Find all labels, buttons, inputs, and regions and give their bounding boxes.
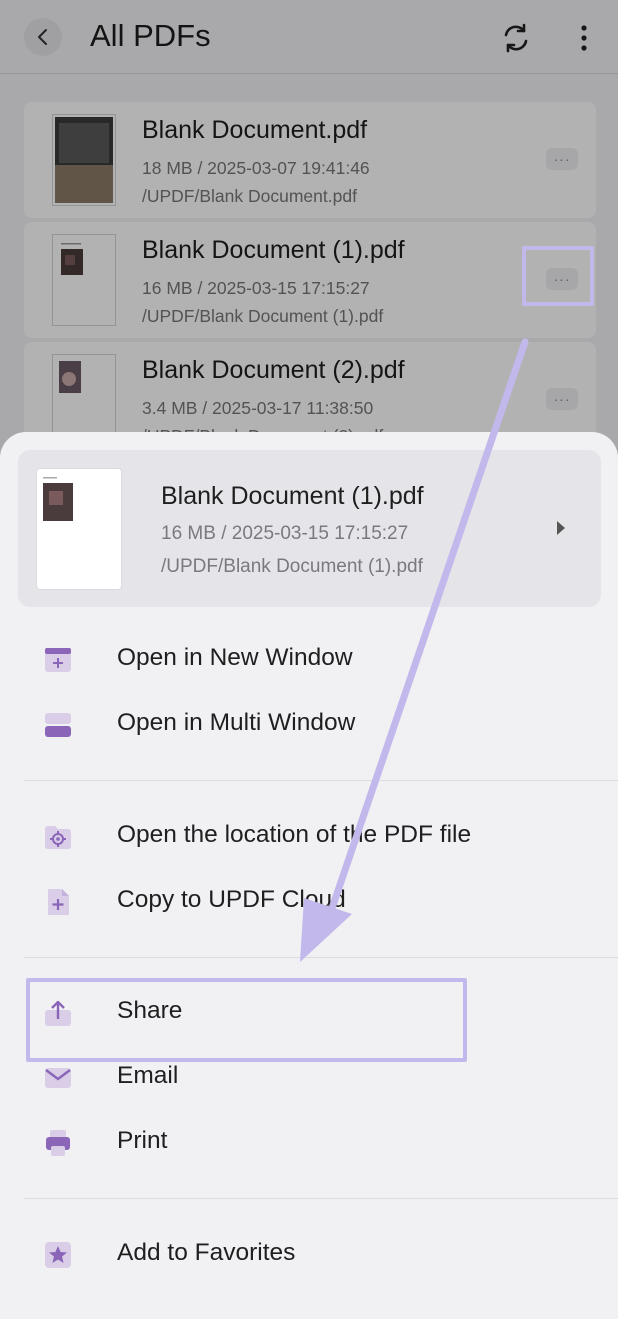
menu-label: Add to Favorites bbox=[117, 1239, 296, 1266]
divider bbox=[24, 780, 618, 781]
selected-file-path: /UPDF/Blank Document (1).pdf bbox=[161, 556, 423, 577]
menu-label: Share bbox=[117, 997, 183, 1024]
menu-label: Print bbox=[117, 1127, 168, 1154]
menu-item-add-favorites[interactable]: Add to Favorites bbox=[0, 1225, 618, 1285]
locate-file-icon bbox=[44, 823, 72, 851]
divider bbox=[24, 1198, 618, 1199]
menu-label: Copy to UPDF Cloud bbox=[117, 886, 346, 913]
selected-file-meta: 16 MB / 2025-03-15 17:15:27 bbox=[161, 523, 409, 544]
selected-file-card[interactable]: Blank Document (1).pdf 16 MB / 2025-03-1… bbox=[18, 450, 601, 607]
file-thumbnail bbox=[36, 468, 122, 590]
menu-item-open-location[interactable]: Open the location of the PDF file bbox=[0, 807, 618, 867]
menu-label: Open in New Window bbox=[117, 644, 353, 671]
chevron-right-icon bbox=[551, 514, 571, 542]
print-icon bbox=[44, 1129, 72, 1157]
star-icon bbox=[44, 1241, 72, 1269]
cloud-copy-icon bbox=[44, 888, 72, 916]
share-icon bbox=[44, 999, 72, 1027]
menu-label: Open in Multi Window bbox=[117, 709, 356, 736]
selected-file-name: Blank Document (1).pdf bbox=[161, 482, 424, 510]
menu-item-copy-cloud[interactable]: Copy to UPDF Cloud bbox=[0, 872, 618, 932]
new-window-icon bbox=[44, 646, 72, 674]
menu-item-open-new-window[interactable]: Open in New Window bbox=[0, 630, 618, 690]
menu-item-print[interactable]: Print bbox=[0, 1113, 618, 1173]
menu-item-share[interactable]: Share bbox=[0, 983, 618, 1043]
menu-item-open-multi-window[interactable]: Open in Multi Window bbox=[0, 695, 618, 755]
multi-window-icon bbox=[44, 711, 72, 739]
divider bbox=[24, 957, 618, 958]
menu-item-email[interactable]: Email bbox=[0, 1048, 618, 1108]
menu-label: Email bbox=[117, 1062, 179, 1089]
menu-label: Open the location of the PDF file bbox=[117, 821, 472, 848]
file-actions-sheet: Blank Document (1).pdf 16 MB / 2025-03-1… bbox=[0, 432, 618, 1319]
email-icon bbox=[44, 1064, 72, 1092]
